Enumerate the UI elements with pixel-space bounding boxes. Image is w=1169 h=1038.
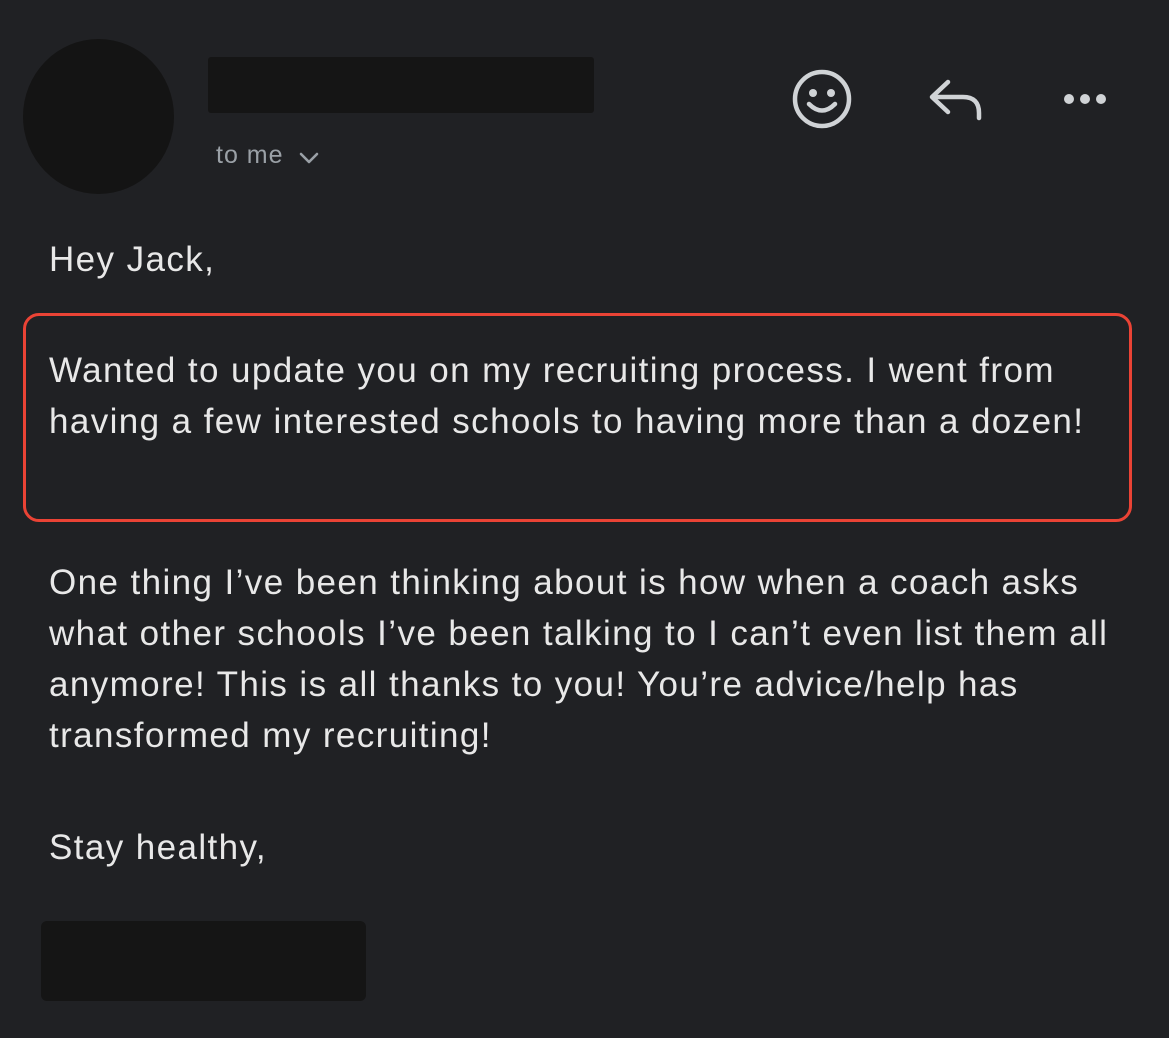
- add-reaction-button[interactable]: [789, 68, 855, 134]
- message-greeting: Hey Jack,: [49, 240, 216, 279]
- message-signoff: Stay healthy,: [49, 828, 267, 867]
- chevron-down-icon: [298, 143, 320, 172]
- smiley-icon: [790, 67, 854, 136]
- sender-name-redacted: [208, 57, 594, 113]
- message-paragraph: One thing I’ve been thinking about is ho…: [49, 563, 1120, 755]
- reply-icon: [923, 67, 987, 136]
- reply-button[interactable]: [922, 68, 988, 134]
- recipient-details-toggle[interactable]: to me: [216, 137, 320, 173]
- more-options-button[interactable]: [1052, 68, 1118, 134]
- more-horizontal-icon: [1053, 67, 1117, 136]
- message-highlighted-paragraph: Wanted to update you on my recruiting pr…: [49, 351, 1085, 441]
- signature-redacted: [41, 921, 366, 1001]
- recipient-label: to me: [216, 140, 284, 169]
- sender-avatar[interactable]: [23, 39, 174, 194]
